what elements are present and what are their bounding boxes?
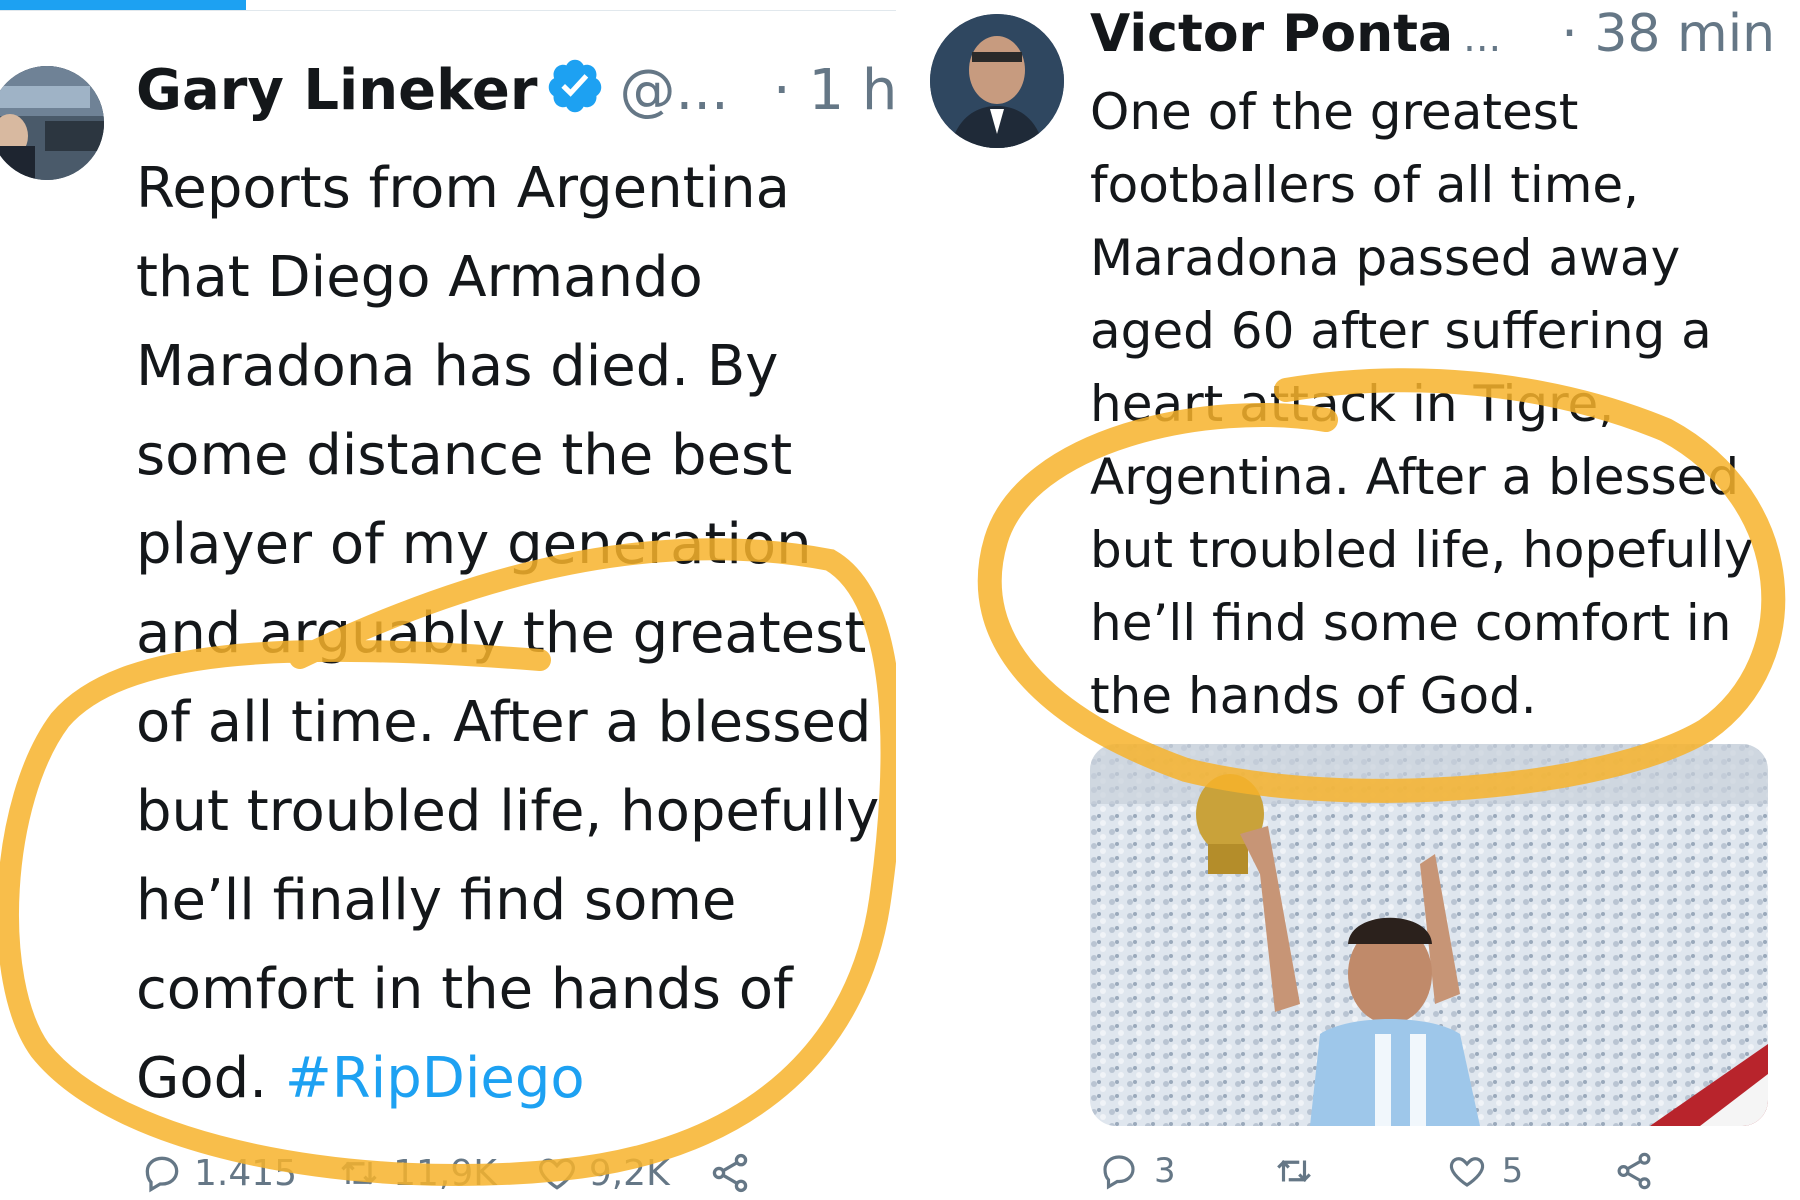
tweet-line: the hands of God.: [1090, 667, 1537, 725]
tweet-lineker: Gary Lineker @... · 1 h Reports from Arg…: [0, 0, 896, 1200]
reply-button[interactable]: 3: [1098, 1150, 1176, 1192]
tweet-line: some distance the best: [136, 423, 793, 488]
tweet-line-text: God.: [136, 1046, 285, 1111]
tweet-header: Victor Ponta ... · 38 min: [1090, 4, 1800, 70]
author-handle[interactable]: @...: [619, 58, 728, 123]
share-icon: [712, 1153, 747, 1193]
tweet-body: Reports from Argentina that Diego Armand…: [136, 144, 879, 1123]
reply-icon: [145, 1156, 179, 1193]
tweet-line: but troubled life, hopefully: [136, 779, 880, 844]
reply-button[interactable]: 1.415: [140, 1151, 297, 1195]
tweet-line-last: God. #RipDiego: [136, 1034, 879, 1123]
tweet-photo[interactable]: [1090, 744, 1768, 1126]
like-count: 9,2K: [588, 1152, 670, 1194]
share-button[interactable]: [1613, 1150, 1655, 1192]
tweet-timestamp[interactable]: · 1 h: [773, 58, 896, 123]
author-name[interactable]: Gary Lineker: [136, 58, 537, 123]
reply-count: 1.415: [194, 1152, 298, 1194]
tweet-line: heart attack in Tigre,: [1090, 375, 1615, 433]
retweet-count: 11,9K: [393, 1152, 497, 1194]
tweet-line: and arguably the greatest: [136, 601, 867, 666]
tweet-line: aged 60 after suffering a: [1090, 302, 1712, 360]
tweet-line: footballers of all time,: [1090, 156, 1640, 214]
tweet-line: of all time. After a blessed: [136, 690, 872, 755]
tweet-line: he’ll find some comfort in: [1090, 594, 1732, 652]
author-name[interactable]: Victor Ponta: [1090, 4, 1453, 64]
header-divider: [0, 10, 896, 11]
retweet-button[interactable]: 11,9K: [335, 1151, 497, 1195]
tweet-line: Reports from Argentina: [136, 156, 790, 221]
tweet-line: that Diego Armando: [136, 245, 703, 310]
photo-image-icon: [1090, 744, 1768, 1126]
verified-badge-icon: [545, 56, 605, 130]
share-button[interactable]: [708, 1151, 752, 1195]
tweet-timestamp[interactable]: · 38 min: [1561, 4, 1775, 64]
tweet-body: One of the greatest footballers of all t…: [1090, 76, 1754, 733]
name-truncation: ...: [1463, 15, 1502, 61]
tweet-actions: 3 5: [1098, 1146, 1738, 1196]
retweet-icon: [1276, 1160, 1311, 1182]
tweet-line: but troubled life, hopefully: [1090, 521, 1754, 579]
tweet-line: he’ll finally find some: [136, 868, 737, 933]
share-icon: [1617, 1152, 1651, 1190]
like-icon: [538, 1158, 575, 1190]
retweet-button[interactable]: [1270, 1150, 1318, 1192]
avatar-image-icon: [0, 66, 104, 180]
like-button[interactable]: 9,2K: [535, 1151, 670, 1195]
like-icon: [1449, 1157, 1484, 1187]
hashtag-link[interactable]: #RipDiego: [285, 1046, 585, 1111]
tweet-line: Argentina. After a blessed: [1090, 448, 1740, 506]
tweet-ponta: Victor Ponta ... · 38 min One of the gre…: [906, 0, 1800, 1200]
tweet-header: Gary Lineker @... · 1 h: [136, 58, 896, 128]
tweet-line: player of my generation: [136, 512, 812, 577]
avatar[interactable]: [0, 66, 104, 180]
avatar[interactable]: [930, 14, 1064, 148]
tweet-line: One of the greatest: [1090, 83, 1579, 141]
like-count: 5: [1501, 1151, 1524, 1191]
tab-indicator: [0, 0, 246, 10]
avatar-image-icon: [930, 14, 1064, 148]
tweet-line: comfort in the hands of: [136, 957, 793, 1022]
reply-icon: [1103, 1155, 1135, 1190]
panel-divider: [896, 0, 906, 1200]
retweet-icon: [341, 1161, 377, 1185]
reply-count: 3: [1154, 1151, 1176, 1191]
tweet-line: Maradona passed away: [1090, 229, 1681, 287]
tweet-actions: 1.415 11,9K 9,2K: [140, 1148, 752, 1198]
tweet-line: Maradona has died. By: [136, 334, 779, 399]
like-button[interactable]: 5: [1446, 1150, 1524, 1192]
